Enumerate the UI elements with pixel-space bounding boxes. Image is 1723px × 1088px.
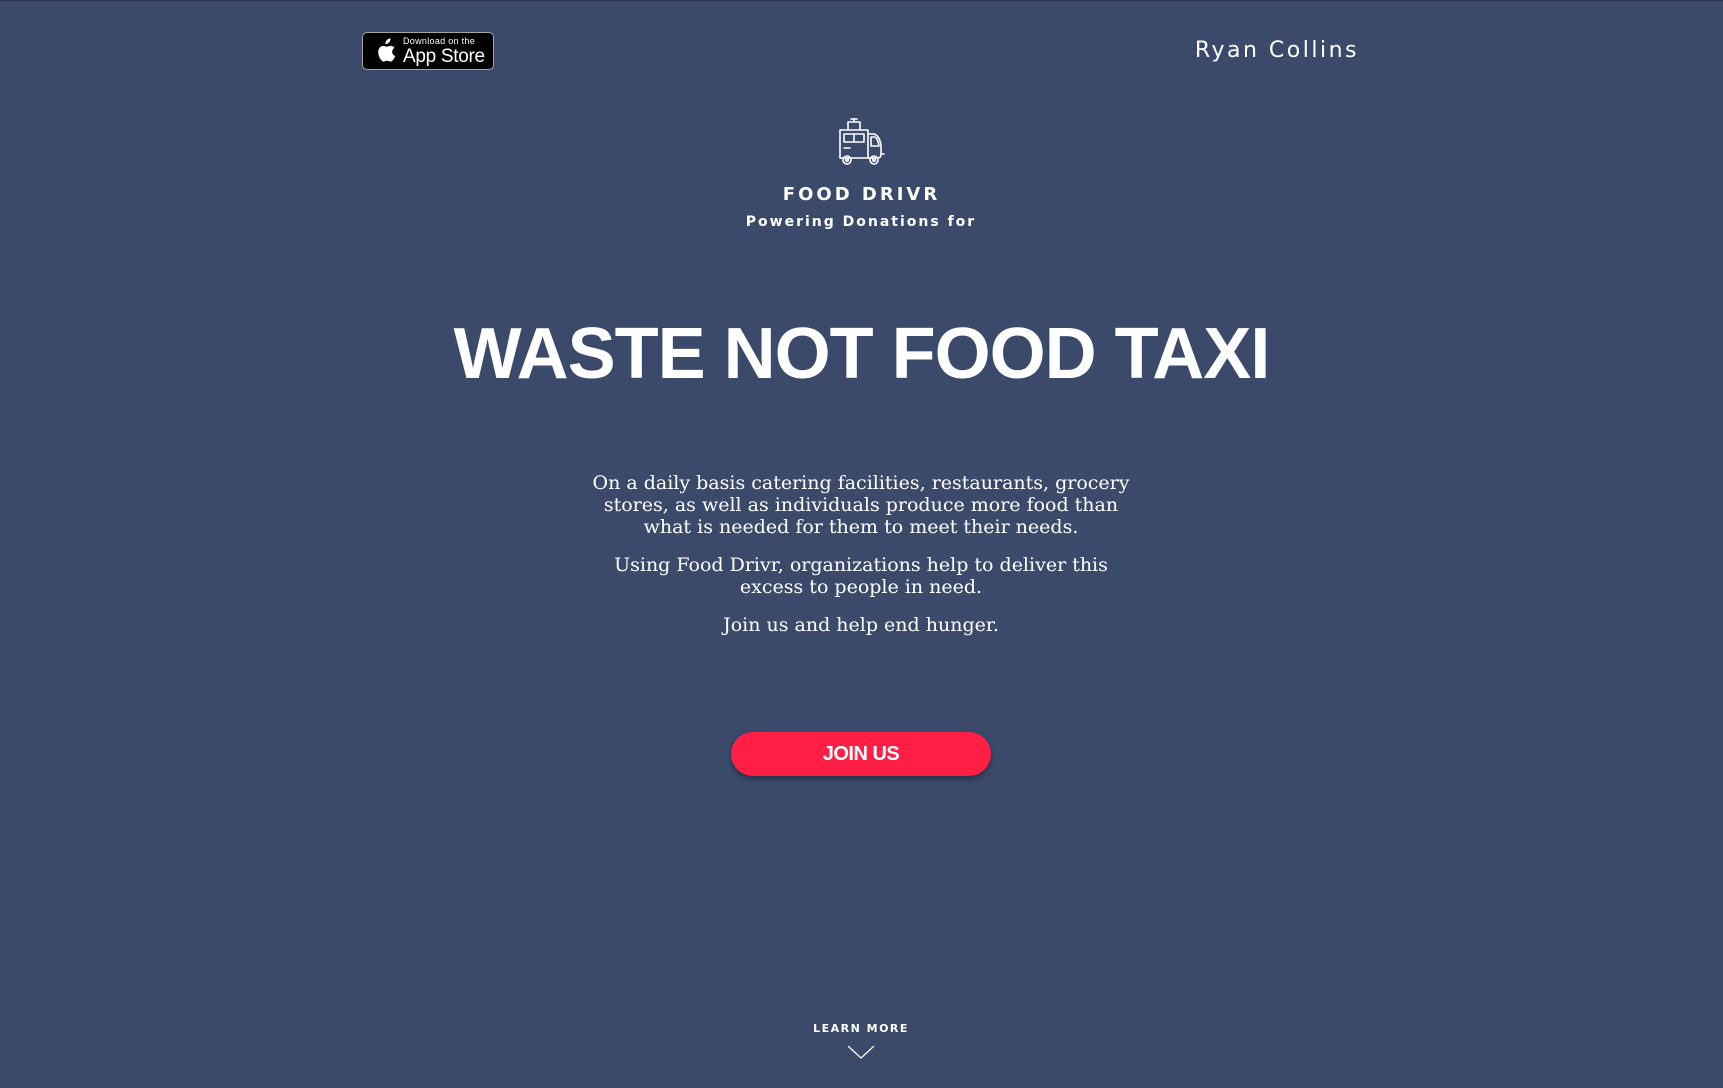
apple-icon bbox=[373, 37, 397, 65]
app-store-small-text: Download on the bbox=[403, 36, 476, 46]
app-store-badge[interactable]: Download on the App Store bbox=[362, 32, 494, 70]
food-truck-icon bbox=[834, 117, 886, 168]
intro-paragraph: Join us and help end hunger. bbox=[723, 614, 999, 636]
chevron-down-icon[interactable] bbox=[847, 1044, 875, 1060]
join-us-button[interactable]: JOIN US bbox=[731, 732, 991, 776]
intro-paragraph: On a daily basis catering facilities, re… bbox=[592, 472, 1130, 538]
learn-more-link[interactable]: LEARN MORE bbox=[761, 1022, 961, 1035]
app-store-large-text: App Store bbox=[403, 46, 485, 67]
top-border bbox=[0, 0, 1723, 1]
intro-paragraph: Using Food Drivr, organizations help to … bbox=[614, 554, 1108, 598]
hero-title: WASTE NOT FOOD TAXI bbox=[453, 314, 1271, 394]
brand-tagline: Powering Donations for bbox=[745, 214, 977, 230]
brand-name: FOOD DRIVR bbox=[782, 184, 941, 205]
intro-text: On a daily basis catering facilities, re… bbox=[581, 472, 1141, 652]
user-name[interactable]: Ryan Collins bbox=[1195, 38, 1359, 63]
